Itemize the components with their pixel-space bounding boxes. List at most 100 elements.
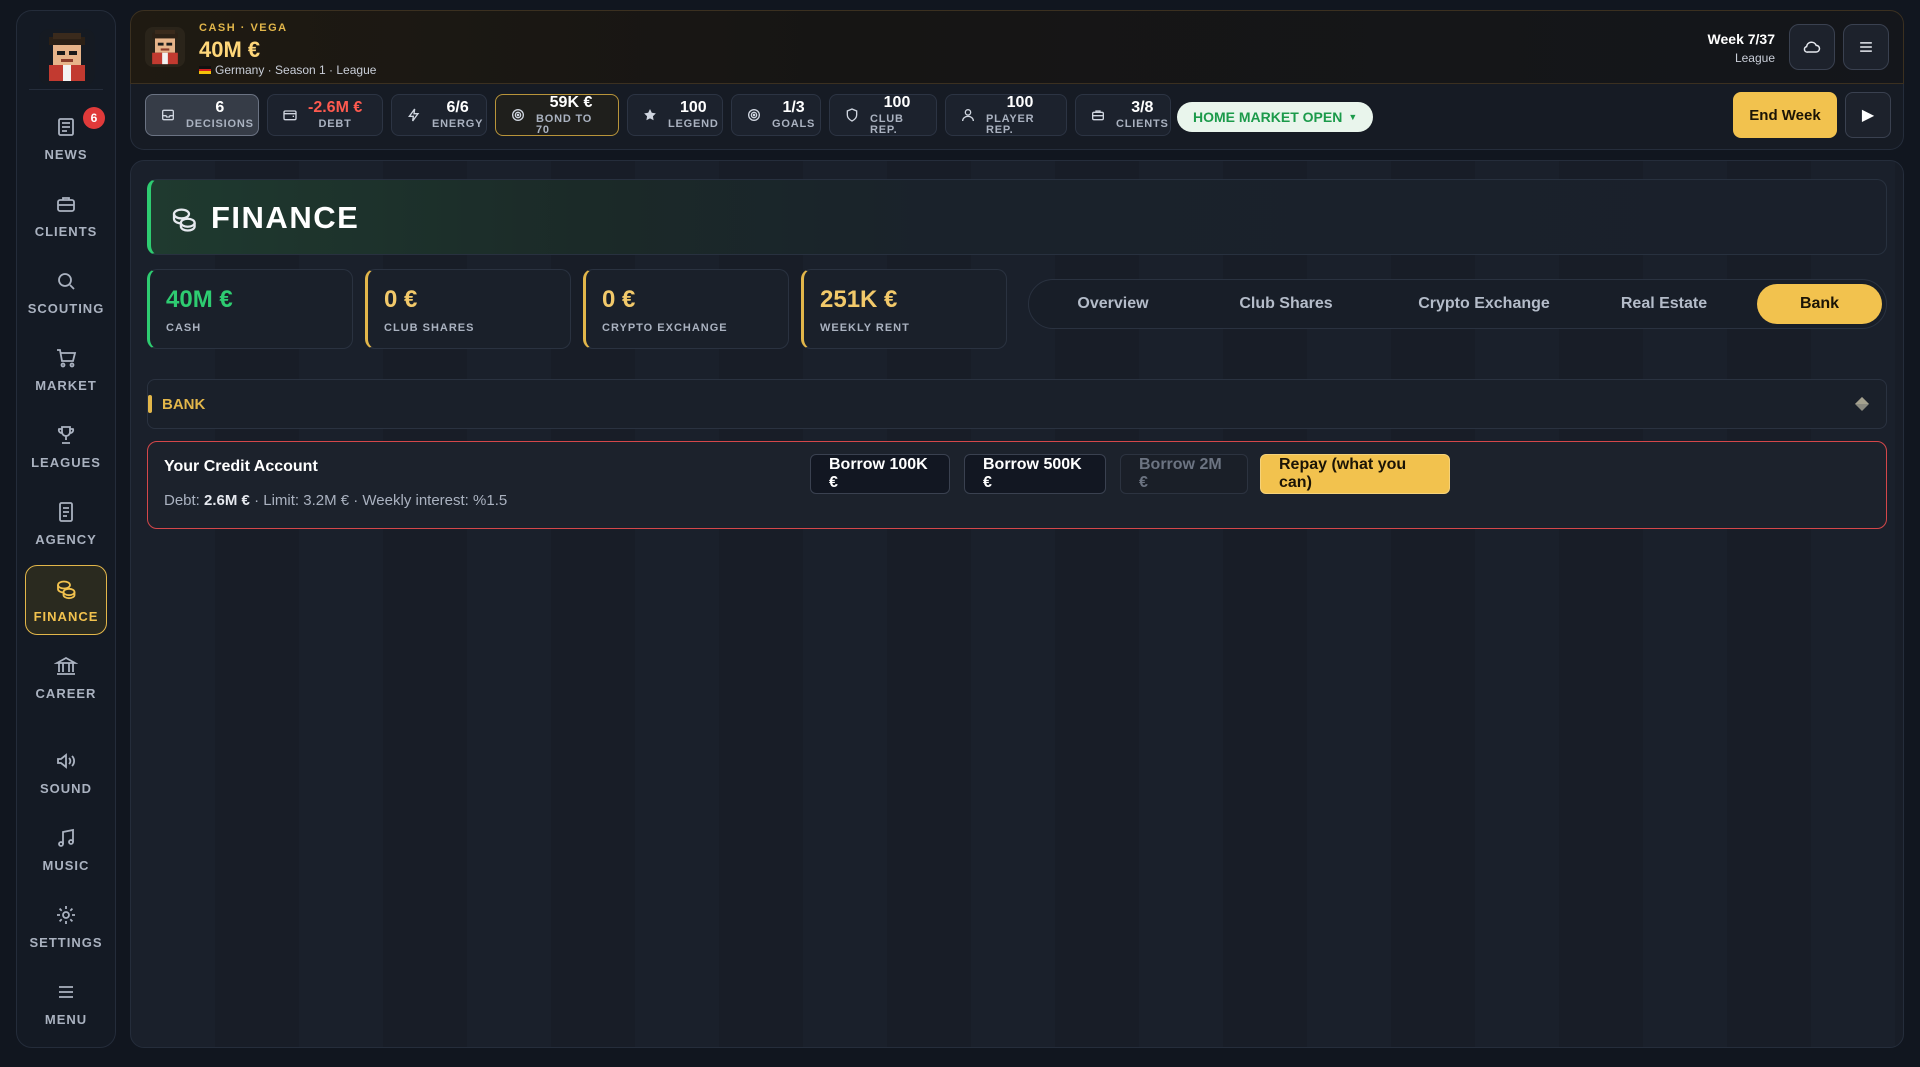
credit-account-title: Your Credit Account [164,458,318,475]
tab-club-shares[interactable]: Club Shares [1211,284,1361,324]
goals-label: GOALS [772,118,816,130]
sidebar-item-label: AGENCY [35,531,97,547]
sidebar-item-news[interactable]: NEWS 6 [25,103,107,173]
cloud-icon [1803,41,1821,53]
play-button[interactable]: ▶ [1845,92,1891,138]
lightning-icon [408,108,420,122]
clients-stat[interactable]: 3/8 CLIENTS [1075,94,1171,136]
cash-card-label: CASH [166,322,202,334]
section-marker [148,395,152,413]
credit-account-panel: Your Credit Account Debt: 2.6M € · Limit… [147,441,1887,529]
energy-stat[interactable]: 6/6 ENERGY [391,94,487,136]
diamond-icon [1855,397,1869,411]
borrow-500k-button[interactable]: Borrow 500K € [964,454,1106,494]
tab-bank[interactable]: Bank [1757,284,1882,324]
crypto-exchange-card-value: 0 € [602,286,636,313]
bank-section-header[interactable]: BANK [147,379,1887,429]
credit-account-details: Debt: 2.6M € · Limit: 3.2M € · Weekly in… [164,492,507,509]
bond-value: 59K € [549,93,593,111]
club-rep-stat[interactable]: 100 CLUB REP. [829,94,937,136]
cloud-save-button[interactable] [1789,24,1835,70]
star-icon [644,109,656,121]
player-rep-value: 100 [1006,93,1034,111]
decisions-stat[interactable]: 6 DECISIONS [145,94,259,136]
speaker-icon [57,752,75,769]
club-shares-card-value: 0 € [384,286,418,313]
sidebar-item-finance[interactable]: FINANCE [25,565,107,635]
tab-overview[interactable]: Overview [1043,284,1183,324]
sidebar-item-agency[interactable]: AGENCY [25,488,107,558]
agent-avatar[interactable] [145,27,185,67]
shield-icon [846,108,858,122]
weekly-rent-card-value: 251K € [820,286,898,313]
energy-label: ENERGY [432,118,484,130]
weekly-rent-card: 251K € WEEKLY RENT [801,269,1007,349]
player-rep-stat[interactable]: 100 PLAYER REP. [945,94,1067,136]
debt-amount: 2.6M € [204,492,250,509]
sidebar-item-label: MARKET [35,377,97,393]
sidebar-item-label: CLIENTS [34,223,98,239]
sidebar-item-label: SETTINGS [29,934,103,950]
player-rep-label: PLAYER REP. [986,112,1035,136]
tab-crypto-exchange[interactable]: Crypto Exchange [1387,284,1581,324]
crypto-exchange-card-label: CRYPTO EXCHANGE [602,322,728,334]
season-info-text: Germany · Season 1 · League [215,63,377,77]
end-week-button[interactable]: End Week [1733,92,1837,138]
legend-value: 100 [679,99,707,116]
section-title: BANK [162,396,206,413]
sidebar-item-scouting[interactable]: SCOUTING [25,257,107,327]
sidebar-item-menu[interactable]: MENU [25,968,107,1038]
credit-terms: · Limit: 3.2M € · Weekly interest: %1.5 [254,492,508,509]
sidebar-item-label: FINANCE [33,608,99,624]
music-note-icon [58,828,74,847]
borrow-2m-button[interactable]: Borrow 2M € [1120,454,1248,494]
sidebar-item-market[interactable]: MARKET [25,334,107,404]
sidebar-item-sound[interactable]: SOUND [25,737,107,807]
newspaper-icon [58,117,74,136]
gear-icon [57,905,75,924]
trophy-icon [57,425,75,444]
market-status-dropdown[interactable]: HOME MARKET OPEN ▼ [1177,102,1374,132]
repay-button[interactable]: Repay (what you can) [1260,454,1450,494]
sidebar-item-clients[interactable]: CLIENTS [25,180,107,250]
bank-building-icon [54,656,78,675]
debt-label: Debt: [164,492,200,509]
sidebar-item-music[interactable]: MUSIC [25,814,107,884]
hamburger-icon [1860,42,1872,52]
sidebar-item-career[interactable]: CAREER [25,642,107,712]
cash-card-value: 40M € [166,286,233,313]
energy-value: 6/6 [446,99,469,116]
sidebar-divider [29,89,103,90]
market-status-label: HOME MARKET OPEN [1193,109,1343,125]
week-competition: League [1734,51,1775,65]
club-shares-card: 0 € CLUB SHARES [365,269,571,349]
club-shares-card-label: CLUB SHARES [384,322,475,334]
cash-value: 40M € [199,37,261,62]
inbox-icon [162,109,174,121]
club-rep-label: CLUB REP. [870,112,904,136]
coins-icon [172,208,196,232]
briefcase-icon [57,196,75,212]
bond-stat[interactable]: 59K € BOND TO 70 [495,94,619,136]
legend-stat[interactable]: 100 LEGEND [627,94,723,136]
debt-stat[interactable]: -2.6M € DEBT [267,94,383,136]
clients-value: 3/8 [1131,99,1154,116]
clients-label: CLIENTS [1116,118,1169,130]
main-menu-button[interactable] [1843,24,1889,70]
cash-kicker: CASH · VEGA [199,22,288,34]
sidebar-item-settings[interactable]: SETTINGS [25,891,107,961]
week-counter: Week 7/37 [1707,31,1775,47]
agent-avatar[interactable] [39,29,95,85]
document-icon [59,501,73,522]
borrow-100k-button[interactable]: Borrow 100K € [810,454,950,494]
tab-real-estate[interactable]: Real Estate [1597,284,1731,324]
briefcase-icon [1092,110,1104,121]
goals-stat[interactable]: 1/3 GOALS [731,94,821,136]
weekly-rent-card-label: WEEKLY RENT [820,322,910,334]
stats-bar: 6 DECISIONS -2.6M € DEBT 6/6 ENERGY 59K € BO… [130,84,1904,150]
wallet-icon [283,110,297,121]
crypto-exchange-card: 0 € CRYPTO EXCHANGE [583,269,789,349]
sidebar-item-leagues[interactable]: LEAGUES [25,411,107,481]
top-bar: CASH · VEGA 40M € Germany · Season 1 · L… [130,10,1904,84]
cash-card: 40M € CASH [147,269,353,349]
